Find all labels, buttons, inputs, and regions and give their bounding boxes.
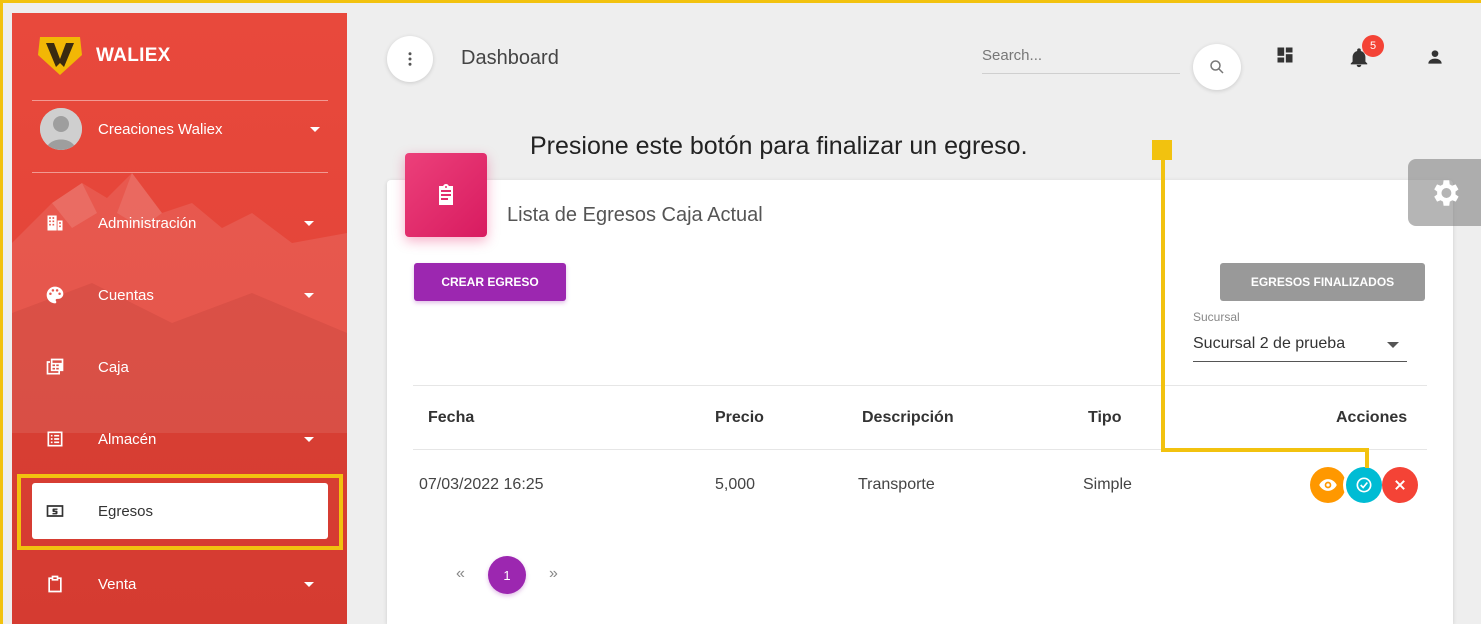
notifications-badge: 5 xyxy=(1362,35,1384,57)
chevron-down-icon xyxy=(304,582,314,587)
dashboard-button[interactable] xyxy=(1274,44,1296,66)
gear-icon xyxy=(1433,179,1459,206)
sidebar-item-label: Venta xyxy=(98,575,137,593)
create-egreso-button[interactable]: CREAR EGRESO xyxy=(414,263,566,301)
view-egreso-button[interactable] xyxy=(1310,467,1346,503)
card-header-icon xyxy=(405,153,487,237)
sidebar-divider xyxy=(32,172,328,173)
chevron-down-icon xyxy=(310,127,320,132)
brand[interactable]: WALIEX xyxy=(36,35,171,77)
delete-egreso-button[interactable] xyxy=(1382,467,1418,503)
sucursal-select-value: Sucursal 2 de prueba xyxy=(1193,335,1346,352)
card-title: Lista de Egresos Caja Actual xyxy=(507,204,763,226)
cell-fecha: 07/03/2022 16:25 xyxy=(419,476,544,493)
column-header-tipo: Tipo xyxy=(1088,409,1122,426)
search-input[interactable] xyxy=(982,40,1180,70)
clipboard-icon xyxy=(44,573,66,595)
search-icon xyxy=(1210,60,1224,74)
sidebar-item-label: Cuentas xyxy=(98,286,154,304)
close-icon xyxy=(1395,480,1405,490)
chevron-down-icon xyxy=(1387,342,1399,348)
sidebar-divider xyxy=(32,100,328,101)
sidebar-item-label: Caja xyxy=(98,358,129,376)
sidebar-item-label: Almacén xyxy=(98,430,157,448)
sucursal-select[interactable]: Sucursal 2 de prueba xyxy=(1193,332,1407,362)
check-circle-icon xyxy=(1356,477,1372,493)
user-name: Creaciones Waliex xyxy=(98,120,223,138)
cell-tipo: Simple xyxy=(1083,476,1132,493)
egresos-card xyxy=(387,180,1453,624)
sidebar-item-venta[interactable]: Venta xyxy=(32,556,328,612)
user-avatar-icon xyxy=(40,108,82,150)
column-header-acciones: Acciones xyxy=(1336,409,1408,426)
annotation-line xyxy=(1161,158,1165,452)
column-header-descripcion: Descripción xyxy=(862,409,954,426)
pagination-page[interactable]: 1 xyxy=(488,556,526,594)
annotation-line xyxy=(1365,448,1369,468)
palette-icon xyxy=(44,284,66,306)
brand-name: WALIEX xyxy=(96,45,171,66)
sucursal-label: Sucursal xyxy=(1193,310,1240,324)
search-button[interactable] xyxy=(1193,44,1241,90)
column-header-precio: Precio xyxy=(715,409,764,426)
chevron-down-icon xyxy=(304,221,314,226)
cell-descripcion: Transporte xyxy=(858,476,935,493)
dashboard-grid-icon xyxy=(1277,47,1293,63)
sidebar-item-cuentas[interactable]: Cuentas xyxy=(32,267,328,323)
eye-icon xyxy=(1319,479,1337,491)
table-divider xyxy=(413,385,1427,386)
annotation-marker xyxy=(1152,140,1172,160)
sidebar-item-administracion[interactable]: Administración xyxy=(32,195,328,251)
avatar xyxy=(40,108,82,150)
cell-precio: 5,000 xyxy=(715,476,756,493)
annotation-text: Presione este botón para finalizar un eg… xyxy=(530,132,1028,160)
finalize-egreso-button[interactable] xyxy=(1346,467,1382,503)
user-menu[interactable]: Creaciones Waliex xyxy=(40,107,320,151)
cash-register-icon xyxy=(44,356,66,378)
assignment-icon xyxy=(439,184,453,205)
column-header-fecha: Fecha xyxy=(428,409,475,426)
building-icon xyxy=(44,212,66,234)
annotation-line xyxy=(1161,448,1369,452)
sidebar-item-label: Administración xyxy=(98,214,197,232)
waliex-logo-icon xyxy=(38,37,82,75)
chevron-down-icon xyxy=(304,293,314,298)
page-title: Dashboard xyxy=(461,47,559,69)
search-field xyxy=(982,40,1180,74)
pagination-prev[interactable]: « xyxy=(456,565,465,583)
list-box-icon xyxy=(44,428,66,450)
sidebar-item-almacen[interactable]: Almacén xyxy=(32,411,328,467)
finalized-egresos-button[interactable]: EGRESOS FINALIZADOS xyxy=(1220,263,1425,301)
profile-button[interactable] xyxy=(1424,46,1446,68)
sidebar-item-caja[interactable]: Caja xyxy=(32,339,328,395)
egresos-highlight-box xyxy=(17,474,343,550)
pagination-next[interactable]: » xyxy=(549,565,558,583)
more-vertical-icon xyxy=(408,52,412,66)
person-icon xyxy=(1428,50,1442,64)
chevron-down-icon xyxy=(304,437,314,442)
settings-button[interactable] xyxy=(1408,159,1481,226)
more-menu-button[interactable] xyxy=(387,36,433,82)
